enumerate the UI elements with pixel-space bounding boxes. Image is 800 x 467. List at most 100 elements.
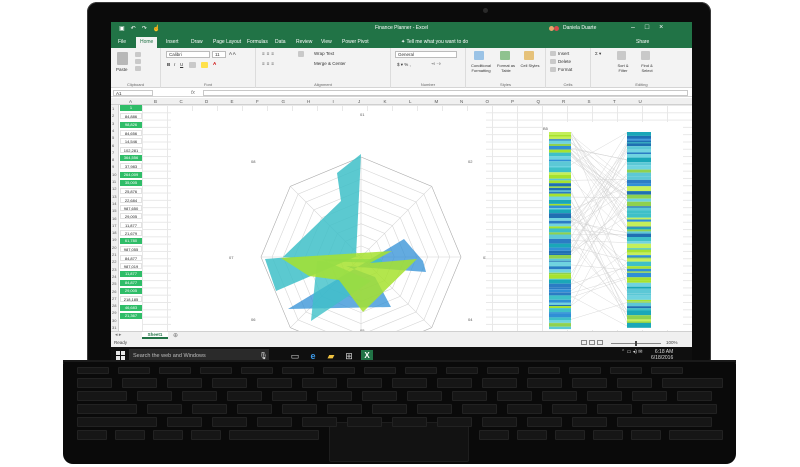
- keyboard-key[interactable]: [77, 378, 112, 388]
- keyboard-key[interactable]: [347, 378, 382, 388]
- add-sheet-icon[interactable]: ⊕: [173, 332, 178, 339]
- stripe-segment[interactable]: [627, 146, 651, 150]
- keyboard-key[interactable]: [77, 404, 137, 414]
- stripe-segment[interactable]: [627, 201, 651, 207]
- column-header[interactable]: K: [384, 99, 387, 104]
- stripe-segment[interactable]: [627, 293, 651, 296]
- cell-value[interactable]: 29,005: [120, 288, 142, 295]
- stripe-segment[interactable]: [549, 204, 571, 206]
- keyboard-key[interactable]: [317, 391, 352, 401]
- stripe-segment[interactable]: [549, 188, 571, 191]
- column-header[interactable]: R: [562, 99, 565, 104]
- align-left-icons[interactable]: ≡≡≡: [262, 61, 276, 66]
- keyboard-key[interactable]: [610, 367, 642, 374]
- stripe-segment[interactable]: [627, 162, 651, 165]
- zoom-level[interactable]: 100%: [666, 340, 678, 345]
- row-header[interactable]: 15: [112, 208, 116, 213]
- column-header[interactable]: H: [307, 99, 310, 104]
- stripe-segment[interactable]: [549, 149, 571, 153]
- stripe-segment[interactable]: [549, 255, 571, 259]
- sort-filter-icon[interactable]: [617, 51, 626, 60]
- stripe-segment[interactable]: [627, 157, 651, 163]
- stripe-segment[interactable]: [627, 282, 651, 287]
- keyboard-key[interactable]: [669, 430, 723, 440]
- conditional-formatting-icon[interactable]: [474, 51, 484, 60]
- cell-value[interactable]: 84,656: [120, 129, 142, 136]
- row-header[interactable]: 6: [112, 143, 114, 148]
- keyboard-key[interactable]: [527, 378, 562, 388]
- stripe-segment[interactable]: [627, 183, 651, 187]
- stripe-segment[interactable]: [627, 261, 651, 267]
- wrap-text-button[interactable]: Wrap Text: [314, 51, 334, 56]
- keyboard-key[interactable]: [632, 391, 667, 401]
- paste-icon[interactable]: [117, 52, 128, 65]
- keyboard-key[interactable]: [597, 404, 632, 414]
- column-header[interactable]: Q: [537, 99, 541, 104]
- stripe-segment[interactable]: [549, 228, 571, 233]
- row-header[interactable]: 26: [112, 289, 116, 294]
- cell-value[interactable]: 21,679: [120, 229, 142, 236]
- stripe-segment[interactable]: [549, 186, 571, 188]
- stripe-segment[interactable]: [627, 198, 651, 202]
- tab-formulas[interactable]: Formulas: [247, 39, 268, 45]
- font-size-select[interactable]: 11: [212, 51, 226, 58]
- stripe-segment[interactable]: [549, 243, 571, 248]
- stripe-segment[interactable]: [549, 323, 571, 327]
- cell-value[interactable]: 987,650: [120, 204, 142, 211]
- cell-value[interactable]: 29,005: [120, 213, 142, 220]
- fx-icon[interactable]: fx: [191, 90, 195, 96]
- stripe-segment[interactable]: [627, 241, 651, 244]
- name-box[interactable]: A1: [113, 90, 153, 96]
- stripe-segment[interactable]: [549, 232, 571, 235]
- stripe-segment[interactable]: [549, 247, 571, 251]
- row-header[interactable]: 30: [112, 318, 116, 323]
- keyboard-key[interactable]: [364, 367, 396, 374]
- row-header[interactable]: 10: [112, 172, 116, 177]
- stripe-segment[interactable]: [549, 159, 571, 162]
- row-header[interactable]: 25: [112, 281, 116, 286]
- row-header[interactable]: 12: [112, 186, 116, 191]
- keyboard-key[interactable]: [507, 404, 542, 414]
- keyboard-key[interactable]: [437, 417, 472, 427]
- row-header[interactable]: 19: [112, 237, 116, 242]
- row-header[interactable]: 27: [112, 296, 116, 301]
- stripe-segment[interactable]: [627, 217, 651, 220]
- keyboard-key[interactable]: [323, 367, 355, 374]
- stripe-segment[interactable]: [627, 152, 651, 155]
- zoom-slider-thumb[interactable]: [635, 341, 637, 346]
- stripe-segment[interactable]: [627, 154, 651, 158]
- stripe-segment[interactable]: [549, 287, 571, 290]
- stripe-segment[interactable]: [627, 272, 651, 278]
- row-header[interactable]: 18: [112, 230, 116, 235]
- keyboard-key[interactable]: [122, 378, 157, 388]
- stripe-segment[interactable]: [627, 231, 651, 234]
- stripe-segment[interactable]: [627, 142, 651, 144]
- keyboard-key[interactable]: [241, 367, 273, 374]
- stripe-segment[interactable]: [549, 290, 571, 293]
- stripe-segment[interactable]: [627, 233, 651, 237]
- column-header[interactable]: C: [180, 99, 183, 104]
- currency-icon[interactable]: $ ▾ % ,: [397, 62, 411, 68]
- stripe-segment[interactable]: [549, 313, 571, 318]
- stripe-segment[interactable]: [627, 268, 651, 272]
- keyboard-key[interactable]: [257, 378, 292, 388]
- system-tray-icons[interactable]: ⌃ ▭ ◂) ✉: [621, 349, 642, 355]
- stripe-chart[interactable]: B5: [543, 122, 683, 330]
- stripe-segment[interactable]: [549, 326, 571, 330]
- keyboard-key[interactable]: [327, 404, 362, 414]
- keyboard-key[interactable]: [137, 391, 172, 401]
- keyboard-key[interactable]: [282, 367, 314, 374]
- keyboard-key[interactable]: [542, 391, 577, 401]
- stripe-segment[interactable]: [549, 312, 571, 314]
- merge-center-button[interactable]: Merge & Center: [314, 61, 346, 66]
- stripe-segment[interactable]: [549, 143, 571, 146]
- grow-font-icon[interactable]: A A: [229, 51, 236, 56]
- stripe-segment[interactable]: [549, 199, 571, 204]
- keyboard-key[interactable]: [282, 404, 317, 414]
- stripe-segment[interactable]: [549, 279, 571, 284]
- keyboard-key[interactable]: [77, 417, 157, 427]
- page-layout-view-icon[interactable]: [589, 340, 595, 345]
- stripe-segment[interactable]: [549, 272, 571, 275]
- stripe-segment[interactable]: [627, 306, 651, 309]
- cell-value[interactable]: 11,877: [120, 221, 142, 228]
